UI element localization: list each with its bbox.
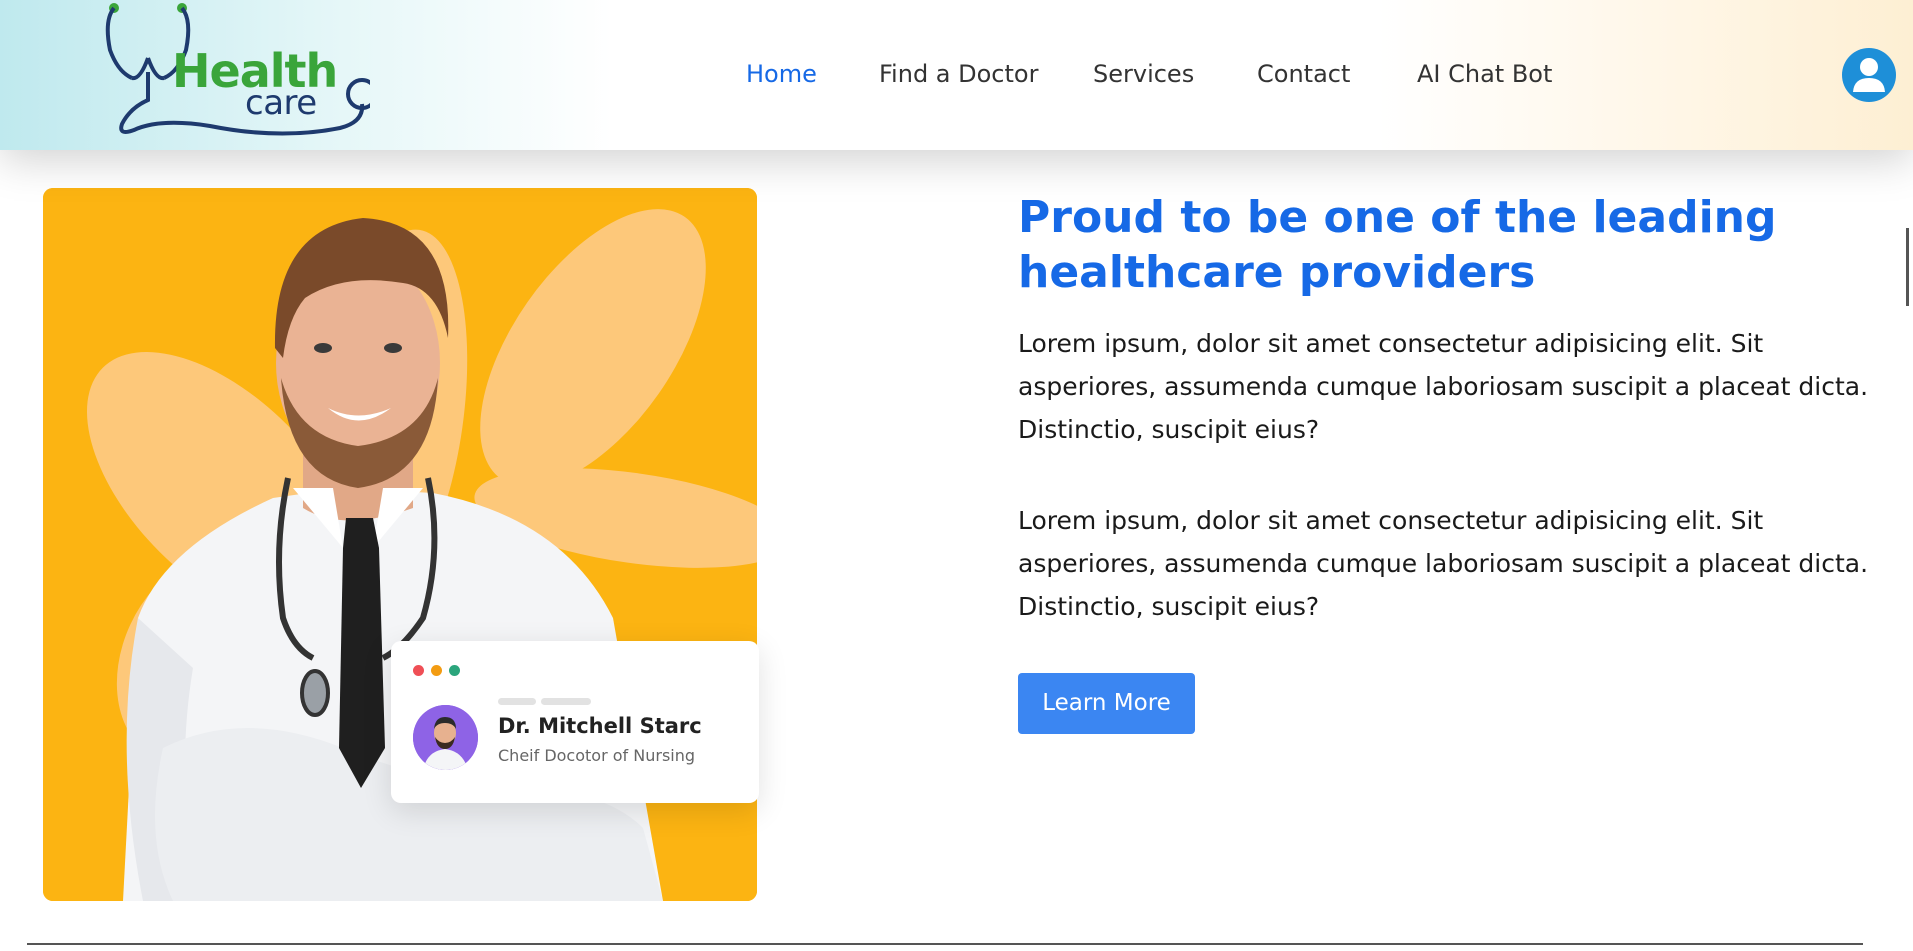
section-divider [27,943,1863,945]
doctor-info-card: Dr. Mitchell Starc Cheif Docotor of Nurs… [391,641,759,803]
intro-paragraph: Lorem ipsum, dolor sit amet consectetur … [1018,329,1869,444]
nav-ai-chat-bot[interactable]: AI Chat Bot [1417,60,1552,88]
doctor-avatar [413,705,478,770]
intro-paragraph: Lorem ipsum, dolor sit amet consectetur … [1018,506,1869,621]
learn-more-button[interactable]: Learn More [1018,673,1195,734]
scrollbar-thumb[interactable] [1906,228,1909,306]
green-dot-icon [449,665,460,676]
orange-dot-icon [431,665,442,676]
red-dot-icon [413,665,424,676]
placeholder-bar [541,698,591,705]
section-heading: Proud to be one of the leading healthcar… [1018,192,1777,298]
nav-services[interactable]: Services [1093,60,1194,88]
site-header: Health care Home Find a Doctor Services … [0,0,1913,150]
doctor-name: Dr. Mitchell Starc [498,714,702,738]
page: Health care Home Find a Doctor Services … [0,0,1913,951]
nav-contact[interactable]: Contact [1257,60,1350,88]
nav-home[interactable]: Home [746,60,817,88]
doctor-role: Cheif Docotor of Nursing [498,746,696,765]
main-nav: Home Find a Doctor Services Contact AI C… [0,60,1913,94]
user-profile-icon[interactable] [1842,48,1896,102]
placeholder-bar [498,698,536,705]
nav-find-a-doctor[interactable]: Find a Doctor [879,60,1038,88]
